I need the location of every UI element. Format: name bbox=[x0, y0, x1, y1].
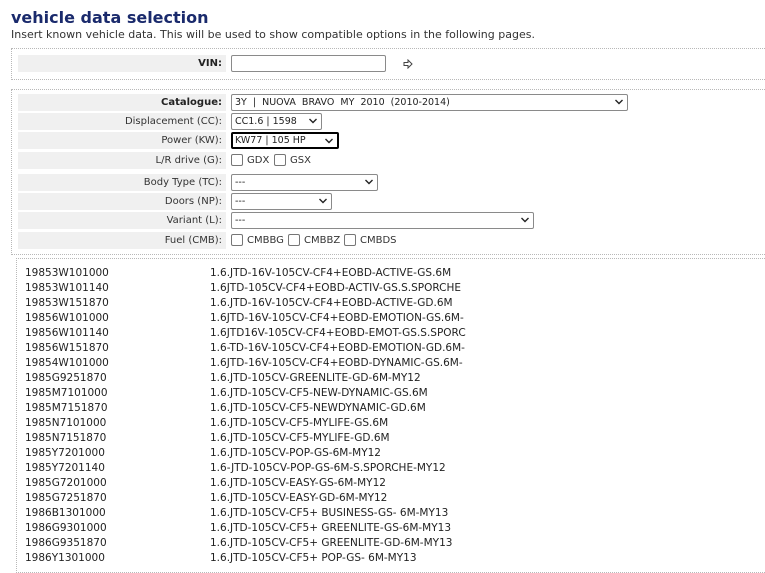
variant-description: 1.6.JTD-105CV-EASY-GD-6M-MY12 bbox=[210, 492, 388, 504]
variant-code: 1985Y7201140 bbox=[25, 462, 105, 474]
variant-code: 1985M7151870 bbox=[25, 402, 108, 414]
catalogue-select[interactable]: 3Y | NUOVA BRAVO MY 2010 (2010-2014) bbox=[231, 94, 628, 111]
body-type-label: Body Type (TC): bbox=[18, 174, 226, 191]
variant-description: 1.6.JTD-105CV-GREENLITE-GD-6M-MY12 bbox=[210, 372, 421, 384]
variant-description: 1.6-JTD-105CV-POP-GS-6M-S.SPORCHE-MY12 bbox=[210, 462, 446, 474]
page-title: vehicle data selection bbox=[11, 8, 209, 27]
vin-label: VIN: bbox=[18, 55, 226, 72]
chevron-down-icon bbox=[319, 198, 327, 204]
variant-description: 1.6.JTD-16V-105CV-CF4+EOBD-ACTIVE-GS.6M bbox=[210, 267, 452, 279]
lr-drive-label: L/R drive (G): bbox=[18, 152, 226, 169]
body-type-select[interactable]: --- bbox=[231, 174, 378, 191]
chevron-down-icon bbox=[615, 99, 623, 105]
doors-select[interactable]: --- bbox=[231, 193, 332, 210]
vehicle-options-section: Catalogue: 3Y | NUOVA BRAVO MY 2010 (201… bbox=[11, 89, 765, 255]
variant-code: 1985G9251870 bbox=[25, 372, 107, 384]
arrow-right-icon[interactable] bbox=[403, 59, 413, 69]
chevron-down-icon bbox=[521, 217, 529, 223]
cmbds-label: CMBDS bbox=[360, 235, 397, 246]
variant-description: 1.6-TD-16V-105CV-CF4+EOBD-EMOTION-GD.6M- bbox=[210, 342, 465, 354]
chevron-down-icon bbox=[325, 138, 333, 144]
catalogue-value: 3Y | NUOVA BRAVO MY 2010 (2010-2014) bbox=[235, 97, 450, 108]
cmbbz-checkbox[interactable] bbox=[288, 234, 300, 246]
cmbbg-label: CMBBG bbox=[247, 235, 284, 246]
chevron-down-icon bbox=[365, 179, 373, 185]
displacement-label: Displacement (CC): bbox=[18, 113, 226, 130]
variant-code: 1985N7101000 bbox=[25, 417, 107, 429]
variant-code: 1986G9351870 bbox=[25, 537, 107, 549]
variant-code: 19853W101140 bbox=[25, 282, 109, 294]
variant-code: 1986G9301000 bbox=[25, 522, 107, 534]
variant-code: 19856W151870 bbox=[25, 342, 109, 354]
variant-label: Variant (L): bbox=[18, 212, 226, 229]
variant-description: 1.6.JTD-105CV-CF5+ GREENLITE-GD-6M-MY13 bbox=[210, 537, 453, 549]
variant-description: 1.6.JTD-105CV-CF5-MYLIFE-GD.6M bbox=[210, 432, 390, 444]
gdx-checkbox[interactable] bbox=[231, 154, 243, 166]
variant-code: 1985G7201000 bbox=[25, 477, 107, 489]
gsx-checkbox[interactable] bbox=[274, 154, 286, 166]
variant-description: 1.6.JTD-16V-105CV-CF4+EOBD-ACTIVE-GD.6M bbox=[210, 297, 453, 309]
body-type-value: --- bbox=[235, 177, 246, 188]
variant-code: 1985Y7201000 bbox=[25, 447, 105, 459]
displacement-select[interactable]: CC1.6 | 1598 bbox=[231, 113, 322, 130]
variant-code: 19856W101140 bbox=[25, 327, 109, 339]
variant-code: 19853W151870 bbox=[25, 297, 109, 309]
variant-description: 1.6.JTD-105CV-CF5+ BUSINESS-GS- 6M-MY13 bbox=[210, 507, 449, 519]
variant-description: 1.6.JTD-105CV-CF5-NEWDYNAMIC-GD.6M bbox=[210, 402, 426, 414]
gsx-label: GSX bbox=[290, 155, 311, 166]
variant-description: 1.6.JTD-105CV-CF5-MYLIFE-GS.6M bbox=[210, 417, 389, 429]
variant-description: 1.6JTD-16V-105CV-CF4+EOBD-EMOTION-GS.6M- bbox=[210, 312, 464, 324]
chevron-down-icon bbox=[309, 118, 317, 124]
variant-code: 19853W101000 bbox=[25, 267, 109, 279]
doors-label: Doors (NP): bbox=[18, 193, 226, 210]
variant-description: 1.6JTD-105CV-CF4+EOBD-ACTIV-GS.S.SPORCHE bbox=[210, 282, 462, 294]
cmbds-checkbox[interactable] bbox=[344, 234, 356, 246]
variant-code: 19856W101000 bbox=[25, 312, 109, 324]
page-subtitle: Insert known vehicle data. This will be … bbox=[11, 28, 535, 41]
variant-code: 1985M7101000 bbox=[25, 387, 108, 399]
variant-value: --- bbox=[235, 215, 246, 226]
power-value: KW77 | 105 HP bbox=[235, 135, 306, 146]
vin-section: VIN: bbox=[11, 48, 765, 80]
variant-select[interactable]: --- bbox=[231, 212, 534, 229]
variant-description: 1.6.JTD-105CV-POP-GS-6M-MY12 bbox=[210, 447, 381, 459]
variant-code: 1986Y1301000 bbox=[25, 552, 105, 564]
cmbbg-checkbox[interactable] bbox=[231, 234, 243, 246]
variant-description: 1.6.JTD-105CV-CF5-NEW-DYNAMIC-GS.6M bbox=[210, 387, 428, 399]
power-label: Power (KW): bbox=[18, 132, 226, 149]
variant-description: 1.6JTD16V-105CV-CF4+EOBD-EMOT-GS.S.SPORC bbox=[210, 327, 466, 339]
displacement-value: CC1.6 | 1598 bbox=[235, 116, 297, 127]
variant-code: 1985N7151870 bbox=[25, 432, 107, 444]
catalogue-label: Catalogue: bbox=[18, 94, 226, 111]
fuel-label: Fuel (CMB): bbox=[18, 232, 226, 249]
variant-description: 1.6.JTD-105CV-CF5+ GREENLITE-GS-6M-MY13 bbox=[210, 522, 452, 534]
variant-code: 1985G7251870 bbox=[25, 492, 107, 504]
vin-input[interactable] bbox=[231, 55, 386, 72]
variant-code: 19854W101000 bbox=[25, 357, 109, 369]
variant-description: 1.6.JTD-105CV-EASY-GS-6M-MY12 bbox=[210, 477, 386, 489]
cmbbz-label: CMBBZ bbox=[304, 235, 341, 246]
variant-description: 1.6.JTD-105CV-CF5+ POP-GS- 6M-MY13 bbox=[210, 552, 417, 564]
results-list: 19853W101000 1.6.JTD-16V-105CV-CF4+EOBD-A… bbox=[16, 258, 765, 573]
gdx-label: GDX bbox=[247, 155, 270, 166]
doors-value: --- bbox=[235, 196, 246, 207]
power-select[interactable]: KW77 | 105 HP bbox=[231, 132, 339, 149]
variant-code: 1986B1301000 bbox=[25, 507, 106, 519]
variant-description: 1.6JTD-16V-105CV-CF4+EOBD-DYNAMIC-GS.6M- bbox=[210, 357, 463, 369]
